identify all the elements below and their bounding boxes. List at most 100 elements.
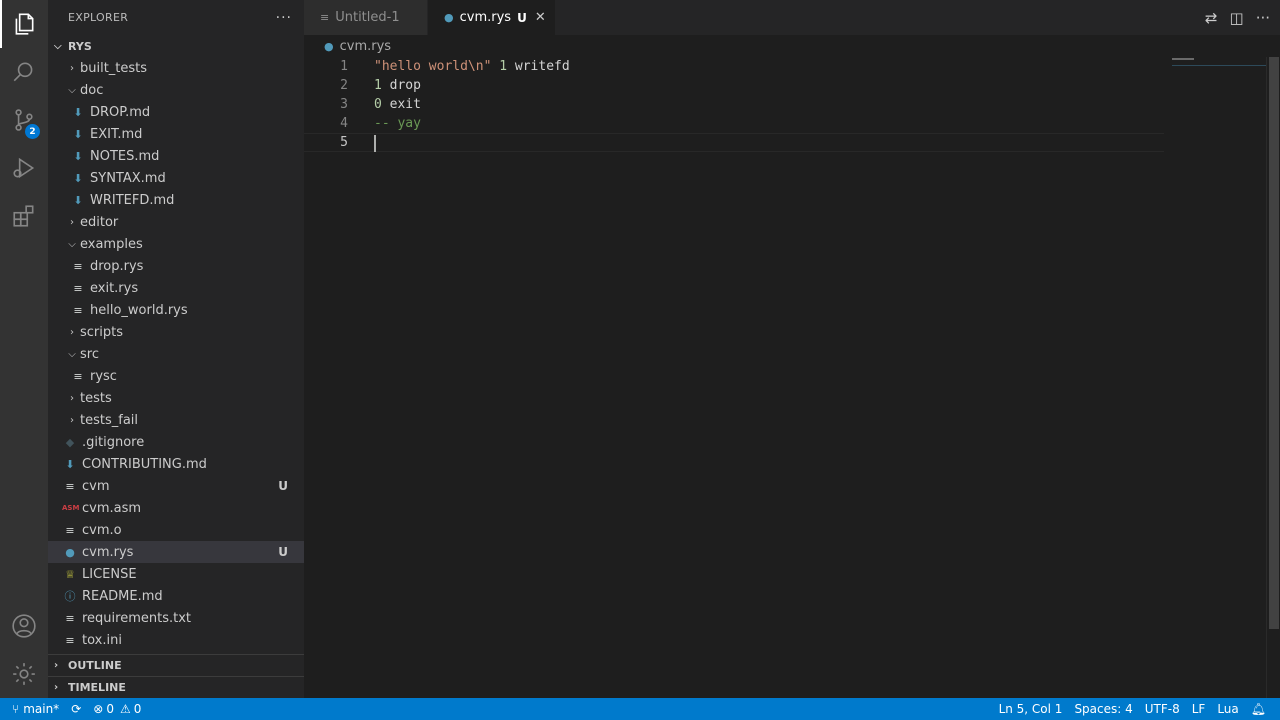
workspace-root[interactable]: ⌵ RYS: [48, 35, 304, 57]
split-editor-icon[interactable]: ◫: [1230, 9, 1244, 27]
info-file-icon: ⓘ: [64, 590, 76, 603]
tree-item-label: cvm.rys: [82, 544, 134, 560]
file-item[interactable]: ≡ rysc: [48, 365, 304, 387]
close-tab-icon[interactable]: ✕: [535, 10, 546, 25]
search-icon[interactable]: [0, 48, 48, 96]
tree-item-label: DROP.md: [90, 104, 151, 120]
code-line[interactable]: 5: [304, 133, 1164, 152]
account-icon[interactable]: [0, 602, 48, 650]
tree-item-label: scripts: [80, 324, 123, 340]
timeline-panel-header[interactable]: › TIMELINE: [48, 676, 304, 698]
chevron-right-icon: ›: [54, 682, 59, 693]
editor-actions: ⇄ ◫ ···: [1205, 0, 1270, 35]
error-count: 0: [106, 702, 114, 716]
folder-item[interactable]: › built_tests: [48, 57, 304, 79]
branch-indicator[interactable]: ⑂ main*: [0, 698, 65, 720]
tree-item-label: NOTES.md: [90, 148, 160, 164]
file-item[interactable]: ⬇ CONTRIBUTING.md: [48, 453, 304, 475]
notifications-bell-icon[interactable]: 🔔︎: [1245, 698, 1272, 720]
settings-gear-icon[interactable]: [0, 650, 48, 698]
file-item[interactable]: ≡ drop.rys: [48, 255, 304, 277]
file-item[interactable]: ≡ requirements.txt: [48, 607, 304, 629]
warning-icon: ⚠: [119, 702, 131, 716]
markdown-file-icon: ⬇: [73, 149, 83, 163]
file-item[interactable]: ≡ cvm U: [48, 475, 304, 497]
chevron-right-icon: ›: [70, 414, 74, 426]
file-item[interactable]: ♕ LICENSE: [48, 563, 304, 585]
folder-item[interactable]: ⌵ doc: [48, 79, 304, 101]
code-line[interactable]: 2 1 drop: [304, 76, 1164, 95]
asm-file-icon: ASM: [62, 504, 80, 512]
chevron-down-icon: ⌵: [68, 84, 76, 96]
explorer-icon[interactable]: [0, 0, 48, 48]
chevron-right-icon: ›: [70, 392, 74, 404]
code-token: writefd: [507, 59, 570, 74]
file-item[interactable]: ≡ tox.ini: [48, 629, 304, 651]
chevron-down-icon: ⌵: [54, 40, 62, 52]
status-bar: ⑂ main* ⟳ ⊗ 0 ⚠ 0 Ln 5, Col 1 Spaces: 4 …: [0, 698, 1280, 720]
indentation[interactable]: Spaces: 4: [1068, 698, 1138, 720]
cursor-position[interactable]: Ln 5, Col 1: [993, 698, 1069, 720]
run-debug-icon[interactable]: [0, 144, 48, 192]
code-editor[interactable]: 1 "hello world\n" 1 writefd 2 1 drop 3 0 exit…: [304, 57, 1280, 698]
scrollbar-thumb[interactable]: [1269, 57, 1279, 629]
tree-item-label: LICENSE: [82, 566, 137, 582]
file-item[interactable]: ⬇ DROP.md: [48, 101, 304, 123]
more-actions-icon[interactable]: ···: [1256, 9, 1270, 27]
rys-file-icon: ●: [65, 545, 75, 559]
tree-item-label: SYNTAX.md: [90, 170, 166, 186]
license-file-icon: ♕: [65, 567, 75, 581]
breadcrumb-file[interactable]: cvm.rys: [340, 39, 391, 54]
git-file-icon: ◆: [65, 435, 75, 449]
folder-item[interactable]: ⌵ examples: [48, 233, 304, 255]
outline-panel-header[interactable]: › OUTLINE: [48, 654, 304, 676]
folder-item[interactable]: › tests_fail: [48, 409, 304, 431]
rys-file-icon: ●: [324, 39, 334, 53]
file-item[interactable]: ● cvm.rys U: [48, 541, 304, 563]
folder-item[interactable]: › tests: [48, 387, 304, 409]
code-token: 0: [374, 97, 382, 112]
git-branch-icon: ⑂: [12, 702, 20, 716]
folder-item[interactable]: ⌵ src: [48, 343, 304, 365]
tab-cvm-rys[interactable]: ● cvm.rys U ✕: [428, 0, 556, 35]
source-control-icon[interactable]: 2: [0, 96, 48, 144]
file-item[interactable]: ≡ exit.rys: [48, 277, 304, 299]
markdown-file-icon: ⬇: [65, 457, 75, 471]
chevron-right-icon: ›: [54, 660, 59, 671]
more-actions-icon[interactable]: ···: [276, 10, 292, 26]
extensions-icon[interactable]: [0, 192, 48, 240]
line-number: 3: [340, 97, 348, 112]
text-file-icon: ≡: [73, 281, 83, 295]
code-text: 0 exit: [374, 97, 421, 112]
tree-item-label: cvm.o: [82, 522, 122, 538]
editor-tab-bar: ≡ Untitled-1 ● cvm.rys U ✕ ⇄ ◫ ···: [304, 0, 1280, 35]
file-item[interactable]: ≡ hello_world.rys: [48, 299, 304, 321]
encoding[interactable]: UTF-8: [1139, 698, 1186, 720]
open-changes-icon[interactable]: ⇄: [1205, 9, 1218, 27]
file-item[interactable]: ≡ cvm.o: [48, 519, 304, 541]
folder-item[interactable]: › editor: [48, 211, 304, 233]
file-item[interactable]: ⬇ NOTES.md: [48, 145, 304, 167]
problems-indicator[interactable]: ⊗ 0 ⚠ 0: [87, 698, 147, 720]
line-number: 2: [340, 78, 348, 93]
code-line[interactable]: 1 "hello world\n" 1 writefd: [304, 57, 1164, 76]
file-tree: › built_tests ⌵ doc ⬇ DROP.md ⬇ EXIT.md ⬇ NOTES.m…: [48, 57, 304, 651]
file-item[interactable]: ⓘ README.md: [48, 585, 304, 607]
file-item[interactable]: ◆ .gitignore: [48, 431, 304, 453]
code-line[interactable]: 4 -- yay: [304, 114, 1164, 133]
language-mode[interactable]: Lua: [1211, 698, 1244, 720]
chevron-down-icon: ⌵: [68, 348, 76, 360]
end-of-line[interactable]: LF: [1186, 698, 1212, 720]
tab-untitled-1[interactable]: ≡ Untitled-1: [304, 0, 428, 35]
line-number: 5: [340, 135, 348, 150]
file-item[interactable]: ⬇ WRITEFD.md: [48, 189, 304, 211]
folder-item[interactable]: › scripts: [48, 321, 304, 343]
tree-item-label: doc: [80, 82, 104, 98]
file-item[interactable]: ⬇ EXIT.md: [48, 123, 304, 145]
sync-button[interactable]: ⟳: [65, 698, 87, 720]
tree-item-label: built_tests: [80, 60, 148, 76]
file-item[interactable]: ⬇ SYNTAX.md: [48, 167, 304, 189]
code-line[interactable]: 3 0 exit: [304, 95, 1164, 114]
branch-name: main*: [23, 702, 60, 716]
file-item[interactable]: ASM cvm.asm: [48, 497, 304, 519]
